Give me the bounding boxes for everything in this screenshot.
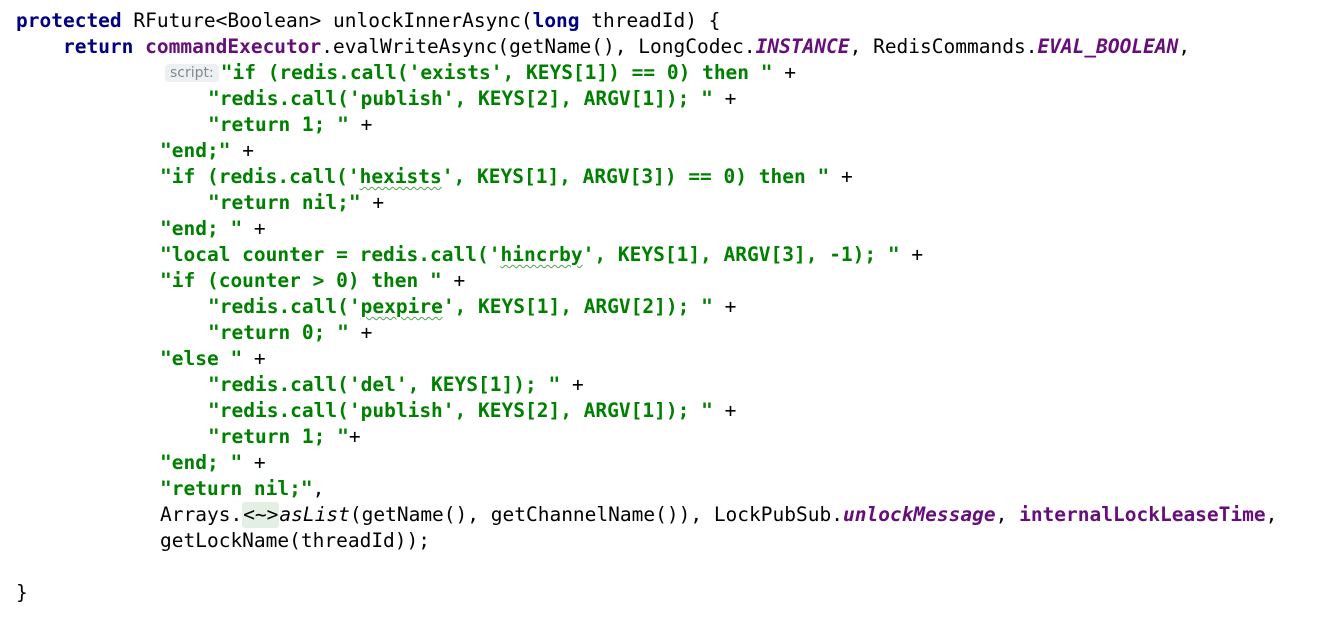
static-field-instance: INSTANCE: [755, 35, 850, 58]
string-literal: ', KEYS[1], ARGV[2]); ": [442, 295, 713, 318]
concat-operator: +: [242, 217, 266, 240]
comma: ,: [1178, 35, 1191, 58]
concat-operator: +: [230, 139, 254, 162]
static-method-aslist: asList: [279, 503, 350, 526]
redis-commands-ref: , RedisCommands.: [849, 35, 1038, 58]
folded-generic-type-placeholder[interactable]: <~>: [242, 502, 280, 528]
method-signature: RFuture<Boolean> unlockInnerAsync(: [121, 9, 533, 32]
eval-call: .evalWriteAsync(getName(), LongCodec.: [321, 35, 756, 58]
concat-operator: +: [242, 451, 266, 474]
code-line-script-11: "return 0; " +: [208, 320, 372, 346]
keyword-protected: protected: [16, 9, 122, 32]
arrays-ref: Arrays.: [160, 503, 243, 526]
code-line-closing-brace: }: [16, 580, 28, 606]
spelling-warning-word[interactable]: pexpire: [361, 295, 443, 318]
string-literal: ', KEYS[1], ARGV[3], -1); ": [582, 243, 900, 266]
code-line-script-8: "local counter = redis.call('hincrby', K…: [160, 242, 923, 268]
get-lock-name-call: getLockName(threadId));: [160, 529, 431, 552]
code-line-script-2: "redis.call('publish', KEYS[2], ARGV[1])…: [208, 86, 736, 112]
code-line-script-14: "redis.call('publish', KEYS[2], ARGV[1])…: [208, 398, 736, 424]
code-line-return: return commandExecutor.evalWriteAsync(ge…: [16, 34, 1190, 60]
code-line-script-1: script: "if (redis.call('exists', KEYS[1]…: [165, 60, 796, 86]
concat-operator: +: [712, 87, 737, 110]
field-internal-lock-lease-time: internalLockLeaseTime: [1019, 503, 1266, 526]
concat-operator: +: [441, 269, 466, 292]
code-line-script-15: "return 1; "+: [208, 424, 361, 450]
comma: ,: [312, 477, 325, 500]
concat-operator: +: [242, 347, 266, 370]
code-editor[interactable]: protected RFuture<Boolean> unlockInnerAs…: [0, 0, 1328, 620]
string-literal: "end;": [160, 139, 231, 162]
concat-operator: +: [348, 321, 373, 344]
code-line-script-12: "else " +: [160, 346, 266, 372]
concat-operator: +: [899, 243, 924, 266]
code-line-method-signature: protected RFuture<Boolean> unlockInnerAs…: [16, 8, 720, 34]
string-literal: "return nil;": [160, 477, 313, 500]
keyword-long: long: [532, 9, 580, 32]
string-literal: "redis.call('del', KEYS[1]); ": [208, 373, 561, 396]
code-line-script-10: "redis.call('pexpire', KEYS[1], ARGV[2])…: [208, 294, 736, 320]
code-line-script-16: "end; " +: [160, 450, 266, 476]
string-literal: "local counter = redis.call(': [160, 243, 501, 266]
concat-operator: +: [712, 399, 737, 422]
concat-operator: +: [560, 373, 584, 396]
code-line-script-5: "if (redis.call('hexists', KEYS[1], ARGV…: [160, 164, 853, 190]
string-literal: "redis.call(': [208, 295, 361, 318]
keyword-return: return: [62, 35, 134, 58]
code-line-script-3: "return 1; " +: [208, 112, 372, 138]
concat-operator: +: [348, 425, 361, 448]
code-line-script-6: "return nil;" +: [208, 190, 384, 216]
string-literal: ', KEYS[1], ARGV[3]) == 0) then ": [441, 165, 830, 188]
field-command-executor: commandExecutor: [145, 35, 322, 58]
code-line-script-17: "return nil;",: [160, 476, 324, 502]
string-literal: "redis.call('publish', KEYS[2], ARGV[1])…: [208, 87, 713, 110]
string-literal: "else ": [160, 347, 243, 370]
concat-operator: +: [348, 113, 373, 136]
code-line-script-13: "redis.call('del', KEYS[1]); " +: [208, 372, 584, 398]
code-line-script-9: "if (counter > 0) then " +: [160, 268, 465, 294]
string-literal: "end; ": [160, 217, 243, 240]
method-signature-end: threadId) {: [579, 9, 721, 32]
string-literal: "return 0; ": [208, 321, 349, 344]
string-literal: "if (redis.call(': [160, 165, 360, 188]
code-line-keys-args: Arrays.<~>asList(getName(), getChannelNa…: [160, 502, 1277, 528]
closing-brace: }: [16, 581, 28, 604]
spelling-warning-word[interactable]: hexists: [360, 165, 442, 188]
concat-operator: +: [360, 191, 385, 214]
concat-operator: +: [712, 295, 737, 318]
string-literal: "return 1; ": [208, 425, 349, 448]
concat-operator: +: [772, 61, 796, 84]
aslist-args: (getName(), getChannelName()), LockPubSu…: [349, 503, 843, 526]
code-line-script-7: "end; " +: [160, 216, 266, 242]
string-literal: "return 1; ": [208, 113, 349, 136]
string-literal: "if (counter > 0) then ": [160, 269, 442, 292]
comma: ,: [1265, 503, 1278, 526]
string-literal: "redis.call('publish', KEYS[2], ARGV[1])…: [208, 399, 713, 422]
static-field-unlock-message: unlockMessage: [842, 503, 996, 526]
code-line-script-4: "end;" +: [160, 138, 254, 164]
spelling-warning-word[interactable]: hincrby: [500, 243, 582, 266]
string-literal: "return nil;": [208, 191, 361, 214]
parameter-hint-script: script:: [165, 64, 219, 82]
static-field-eval-boolean: EVAL_BOOLEAN: [1037, 35, 1179, 58]
string-literal: "end; ": [160, 451, 243, 474]
code-line-lock-name: getLockName(threadId));: [160, 528, 430, 554]
separator: ,: [995, 503, 1020, 526]
string-literal: "if (redis.call('exists', KEYS[1]) == 0)…: [220, 61, 773, 84]
concat-operator: +: [829, 165, 853, 188]
